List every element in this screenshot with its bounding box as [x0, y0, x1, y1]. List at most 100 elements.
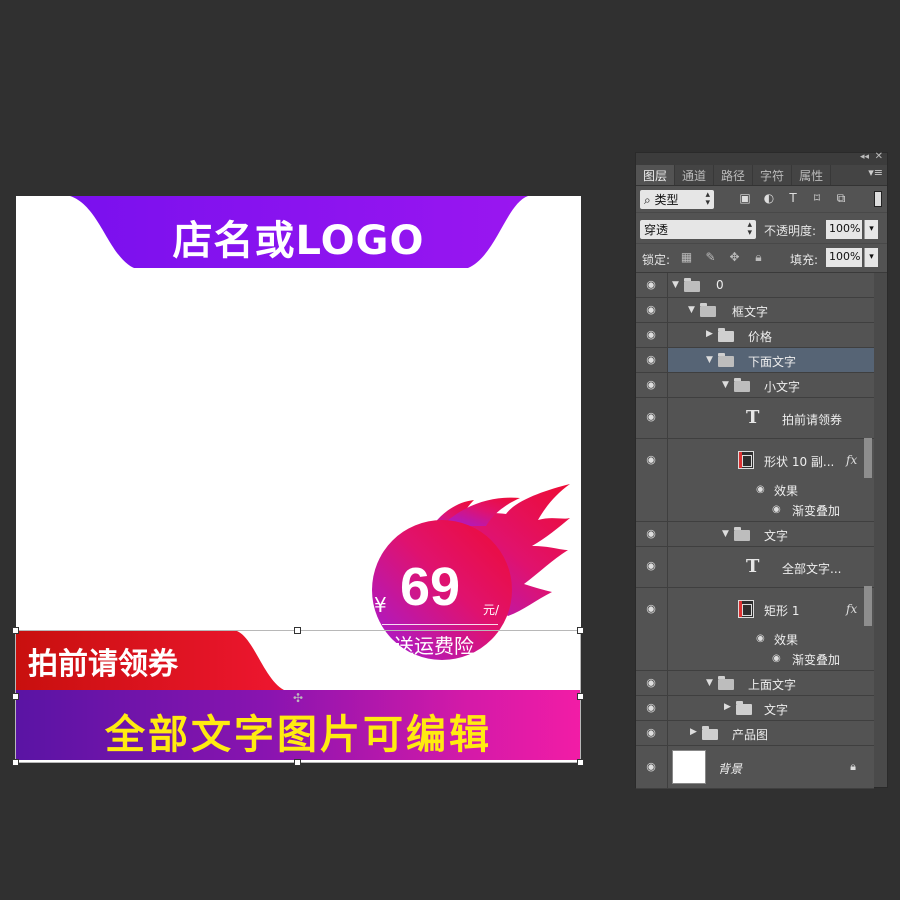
tab-paths[interactable]: 路径	[714, 165, 754, 185]
visibility-eye-icon[interactable]: ◉	[642, 701, 660, 715]
transform-handle-left[interactable]	[12, 693, 19, 700]
tab-channels[interactable]: 通道	[675, 165, 715, 185]
panel-menu-icon[interactable]: ▾≡	[868, 166, 883, 179]
transform-handle-bottom[interactable]	[294, 759, 301, 766]
layer-name: 价格	[748, 330, 773, 344]
transform-handle-br[interactable]	[577, 759, 584, 766]
transform-center-icon[interactable]: ✣	[293, 691, 303, 705]
lock-transparent-icon[interactable]: ▦	[680, 251, 693, 264]
opacity-dropdown[interactable]: ▾	[864, 220, 878, 239]
visibility-eye-icon[interactable]: ◉	[642, 278, 660, 292]
expand-arrow-icon[interactable]: ▼	[706, 355, 713, 365]
fill-label: 填充:	[790, 253, 819, 267]
layer-row[interactable]: ◉ ▼ 小文字	[636, 373, 874, 398]
layer-row[interactable]: ◉ ▼ 框文字	[636, 298, 874, 323]
blend-mode-select[interactable]: 穿透 ▴ ▾	[640, 220, 756, 239]
filter-smart-object-icon[interactable]: ⧉	[834, 191, 848, 205]
layer-row[interactable]: ◉ 形状 10 副... fx ◉ 效果 ◉ 渐变叠加	[636, 439, 874, 522]
folder-icon	[734, 527, 750, 541]
layer-row[interactable]: ◉ ▼ 上面文字	[636, 671, 874, 696]
filter-type-icon[interactable]: T	[786, 191, 800, 205]
expand-arrow-icon[interactable]: ▼	[672, 280, 679, 290]
effect-eye-icon[interactable]: ◉	[772, 653, 781, 664]
layer-row[interactable]: ◉ T 全部文字...	[636, 547, 874, 588]
effects-eye-icon[interactable]: ◉	[756, 484, 765, 495]
text-layer-icon: T	[746, 407, 760, 428]
expand-arrow-icon[interactable]: ▼	[722, 380, 729, 390]
coupon-text[interactable]: 拍前请领券	[28, 639, 178, 683]
fill-dropdown[interactable]: ▾	[864, 248, 878, 267]
layer-row[interactable]: ◉ T 拍前请领券	[636, 398, 874, 439]
price-amount[interactable]: 69	[400, 556, 460, 618]
visibility-eye-icon[interactable]: ◉	[642, 353, 660, 367]
tab-properties[interactable]: 属性	[792, 165, 832, 185]
collapse-icon[interactable]: ◂◂	[860, 152, 869, 162]
effect-eye-icon[interactable]: ◉	[772, 504, 781, 515]
price-currency[interactable]: ¥	[374, 593, 387, 617]
filter-adjustment-icon[interactable]: ◐	[762, 191, 776, 205]
layer-name: 形状 10 副...	[764, 455, 835, 469]
filter-pixel-icon[interactable]: ▣	[738, 191, 752, 205]
expand-arrow-icon[interactable]: ▼	[706, 678, 713, 688]
expand-arrow-icon[interactable]: ▼	[722, 529, 729, 539]
lock-image-icon[interactable]: ✎	[704, 251, 717, 264]
opacity-label: 不透明度:	[764, 224, 817, 238]
logo-text[interactable]: 店名或LOGO	[16, 208, 581, 266]
layer-row[interactable]: ◉ ▶ 文字	[636, 696, 874, 721]
layer-row[interactable]: ◉ 矩形 1 fx ◉ 效果 ◉ 渐变叠加	[636, 588, 874, 671]
layer-name: 背景	[718, 762, 743, 776]
scrollbar-thumb[interactable]	[864, 586, 872, 626]
transform-handle-right[interactable]	[577, 693, 584, 700]
close-icon[interactable]: ✕	[875, 151, 883, 162]
visibility-eye-icon[interactable]: ◉	[642, 602, 660, 616]
price-unit[interactable]: 元/	[483, 601, 499, 618]
visibility-eye-icon[interactable]: ◉	[642, 328, 660, 342]
filter-kind-select[interactable]: ⌕ 类型 ▴ ▾	[640, 190, 714, 209]
layers-scrollbar[interactable]	[874, 273, 887, 787]
transform-handle-tr[interactable]	[577, 627, 584, 634]
layer-row-background[interactable]: ◉ 背景 🔒︎	[636, 746, 874, 789]
scrollbar-thumb[interactable]	[864, 438, 872, 478]
transform-handle-top[interactable]	[294, 627, 301, 634]
expand-arrow-icon[interactable]: ▶	[724, 702, 731, 712]
visibility-eye-icon[interactable]: ◉	[642, 378, 660, 392]
visibility-eye-icon[interactable]: ◉	[642, 559, 660, 573]
layer-row[interactable]: ◉ ▶ 产品图	[636, 721, 874, 746]
effects-eye-icon[interactable]: ◉	[756, 633, 765, 644]
expand-arrow-icon[interactable]: ▼	[688, 305, 695, 315]
visibility-eye-icon[interactable]: ◉	[642, 676, 660, 690]
folder-icon	[718, 328, 734, 342]
lock-position-icon[interactable]: ✥	[728, 251, 741, 264]
visibility-eye-icon[interactable]: ◉	[642, 760, 660, 774]
layer-name: 0	[716, 278, 724, 292]
visibility-eye-icon[interactable]: ◉	[642, 303, 660, 317]
layer-row[interactable]: ◉ ▶ 价格	[636, 323, 874, 348]
lock-all-icon[interactable]: 🔒︎	[752, 251, 765, 264]
tab-layers[interactable]: 图层	[636, 165, 676, 185]
layer-row-selected[interactable]: ◉ ▼ 下面文字	[636, 348, 874, 373]
filter-shape-icon[interactable]: ⌑	[810, 191, 824, 205]
visibility-eye-icon[interactable]: ◉	[642, 453, 660, 467]
layer-name: 下面文字	[748, 355, 797, 369]
filter-toggle[interactable]	[874, 191, 882, 207]
expand-arrow-icon[interactable]: ▶	[706, 329, 713, 339]
expand-arrow-icon[interactable]: ▶	[690, 727, 697, 737]
fill-input[interactable]: 100%	[826, 248, 862, 267]
visibility-eye-icon[interactable]: ◉	[642, 410, 660, 424]
tab-character[interactable]: 字符	[753, 165, 793, 185]
shipping-insurance-text[interactable]: 送运费险	[394, 630, 474, 659]
visibility-eye-icon[interactable]: ◉	[642, 726, 660, 740]
document-canvas[interactable]: 店名或LOGO ¥ 69 元/ 送运费险 拍前请领券 全部文字图片可编辑	[16, 196, 581, 763]
transform-handle-bl[interactable]	[12, 759, 19, 766]
transform-handle-tl[interactable]	[12, 627, 19, 634]
fx-icon[interactable]: fx	[846, 453, 857, 467]
fx-icon[interactable]: fx	[846, 602, 857, 616]
layer-row[interactable]: ◉ ▼ 文字	[636, 522, 874, 547]
text-layer-icon: T	[746, 556, 760, 577]
visibility-eye-icon[interactable]: ◉	[642, 527, 660, 541]
bottom-banner-text[interactable]: 全部文字图片可编辑	[16, 702, 581, 760]
layer-row[interactable]: ◉ ▼ 0	[636, 273, 874, 298]
layer-name: 小文字	[764, 380, 801, 394]
opacity-input[interactable]: 100%	[826, 220, 862, 239]
effect-name: 渐变叠加	[792, 504, 841, 518]
